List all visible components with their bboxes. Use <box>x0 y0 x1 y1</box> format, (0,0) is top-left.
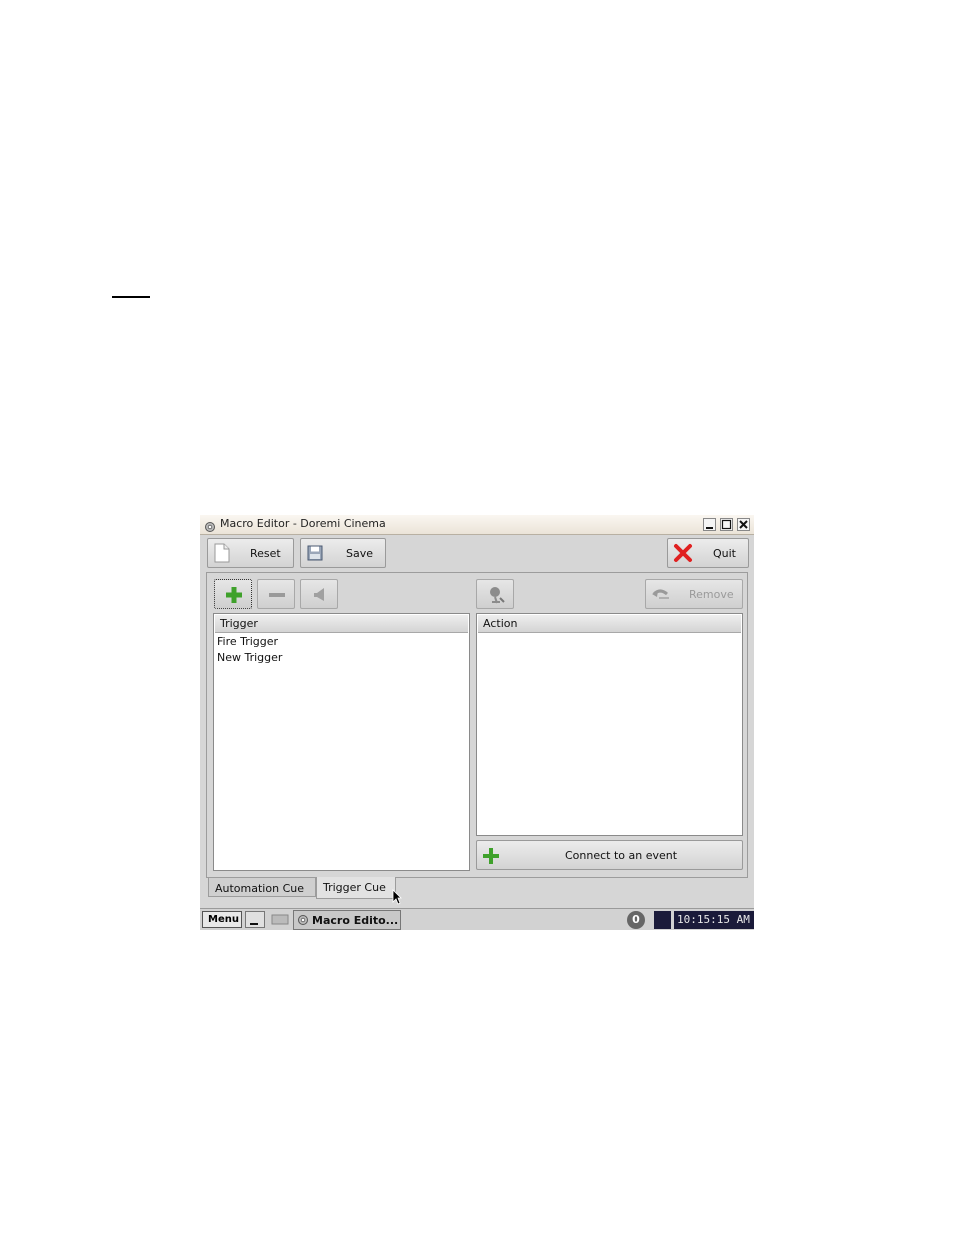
reset-label: Reset <box>250 547 281 560</box>
list-item[interactable]: Fire Trigger <box>217 635 278 648</box>
macro-editor-window: Macro Editor - Doremi Cinema Reset Save … <box>200 515 754 930</box>
edit-action-button[interactable] <box>476 579 514 609</box>
tab-trigger-cue[interactable]: Trigger Cue <box>316 877 396 899</box>
trigger-column-header[interactable]: Trigger <box>215 615 468 633</box>
window-title: Macro Editor - Doremi Cinema <box>220 517 386 530</box>
menu-button[interactable]: Menu <box>202 911 242 928</box>
connect-label: Connect to an event <box>565 849 678 862</box>
minus-icon <box>269 593 285 597</box>
taskbar-item-macro-editor[interactable]: Macro Edito... <box>293 910 401 930</box>
title-bar[interactable]: Macro Editor - Doremi Cinema <box>200 515 754 535</box>
floppy-disk-icon <box>307 545 323 561</box>
mouse-cursor-icon <box>392 889 402 905</box>
red-x-icon <box>674 544 692 562</box>
add-trigger-button[interactable] <box>214 579 252 609</box>
gear-icon <box>204 518 216 532</box>
macro-panel: Remove Trigger Fire Trigger New Trigger … <box>206 572 748 878</box>
status-indicator-icon[interactable]: 0 <box>627 911 645 929</box>
new-document-icon <box>214 543 230 563</box>
quit-label: Quit <box>713 547 736 560</box>
gear-icon <box>298 915 308 925</box>
taskbar-item-label: Macro Edito... <box>312 914 399 927</box>
tab-automation-cue[interactable]: Automation Cue <box>208 877 316 897</box>
quit-button[interactable]: Quit <box>667 538 749 568</box>
fire-trigger-button[interactable] <box>300 579 338 609</box>
tray-block <box>654 911 671 929</box>
taskbar: Menu Macro Edito... 0 10:15:15 AM <box>200 908 754 930</box>
taskbar-clock[interactable]: 10:15:15 AM <box>674 911 754 929</box>
connect-to-event-button[interactable]: Connect to an event <box>476 840 743 870</box>
page-underline-rule <box>112 296 150 298</box>
remove-action-button[interactable]: Remove <box>645 579 743 609</box>
maximize-button[interactable] <box>720 518 733 531</box>
megaphone-icon <box>314 588 324 601</box>
trigger-list[interactable]: Trigger Fire Trigger New Trigger <box>213 613 470 871</box>
keyboard-icon[interactable] <box>270 912 290 927</box>
plus-icon <box>483 848 499 864</box>
minimize-button[interactable] <box>703 518 716 531</box>
close-button[interactable] <box>737 518 750 531</box>
undo-arrow-icon <box>652 589 669 599</box>
list-item[interactable]: New Trigger <box>217 651 282 664</box>
action-column-header[interactable]: Action <box>478 615 741 633</box>
save-button[interactable]: Save <box>300 538 386 568</box>
user-icon <box>490 587 505 604</box>
remove-label: Remove <box>689 588 734 601</box>
reset-button[interactable]: Reset <box>207 538 294 568</box>
action-list[interactable]: Action <box>476 613 743 836</box>
save-label: Save <box>346 547 374 560</box>
show-desktop-button[interactable] <box>245 911 265 928</box>
remove-trigger-button[interactable] <box>257 579 295 609</box>
plus-icon <box>226 587 242 603</box>
